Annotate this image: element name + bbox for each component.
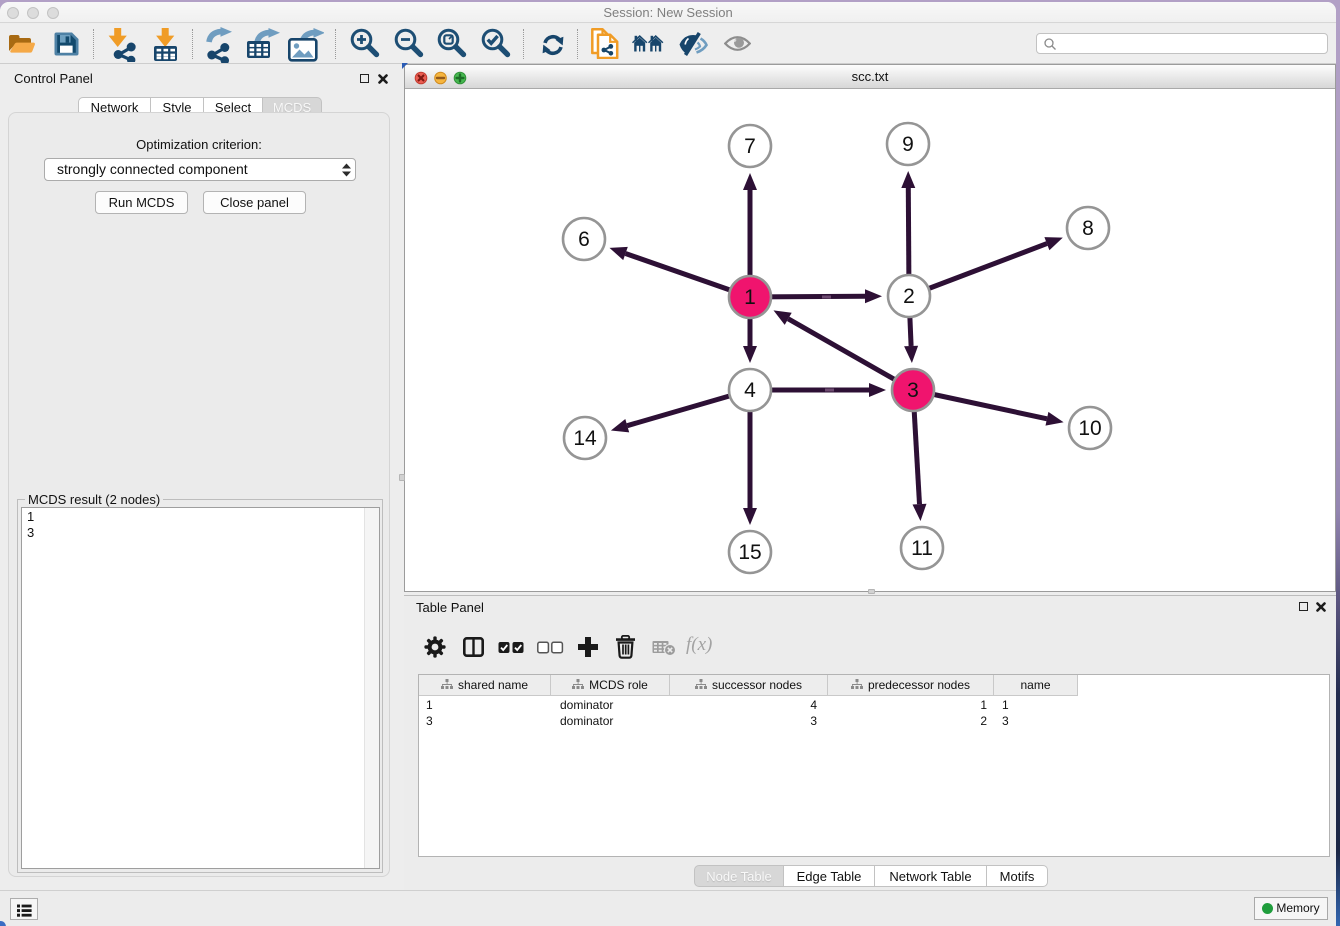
svg-text:3: 3 bbox=[907, 379, 919, 402]
svg-text:8: 8 bbox=[1082, 217, 1094, 240]
svg-text:6: 6 bbox=[578, 228, 590, 251]
svg-text:9: 9 bbox=[902, 133, 914, 156]
svg-text:11: 11 bbox=[911, 537, 933, 560]
svg-text:10: 10 bbox=[1078, 417, 1101, 440]
svg-text:1: 1 bbox=[744, 286, 756, 309]
svg-text:4: 4 bbox=[744, 379, 756, 402]
svg-text:7: 7 bbox=[744, 135, 756, 158]
svg-text:15: 15 bbox=[738, 541, 761, 564]
svg-text:2: 2 bbox=[903, 285, 915, 308]
svg-text:14: 14 bbox=[573, 427, 597, 450]
